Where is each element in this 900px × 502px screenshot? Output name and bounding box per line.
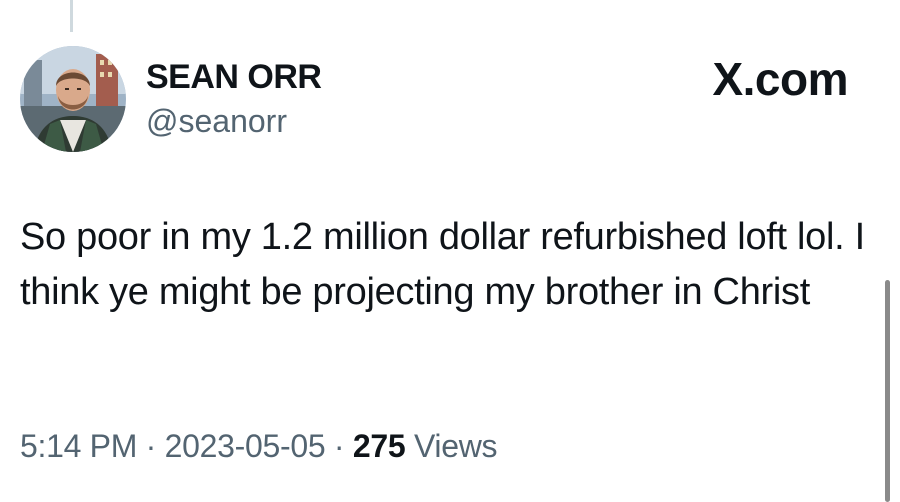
meta-separator: · [145,428,157,464]
avatar[interactable] [20,46,126,152]
tweet-meta: 5:14 PM · 2023-05-05 · 275 Views [20,428,498,465]
tweet-date[interactable]: 2023-05-05 [165,428,326,464]
author-display-name[interactable]: SEAN ORR [146,58,322,97]
tweet-time[interactable]: 5:14 PM [20,428,137,464]
thread-connector-line [70,0,73,32]
views-count: 275 [352,428,406,464]
scrollbar[interactable] [885,280,890,502]
meta-separator: · [333,428,345,464]
profile-photo-icon [20,46,126,152]
site-label: X.com [712,53,848,105]
views-label: Views [413,428,498,464]
tweet-text: So poor in my 1.2 million dollar refurbi… [20,216,865,313]
author-handle[interactable]: @seanorr [146,103,287,140]
